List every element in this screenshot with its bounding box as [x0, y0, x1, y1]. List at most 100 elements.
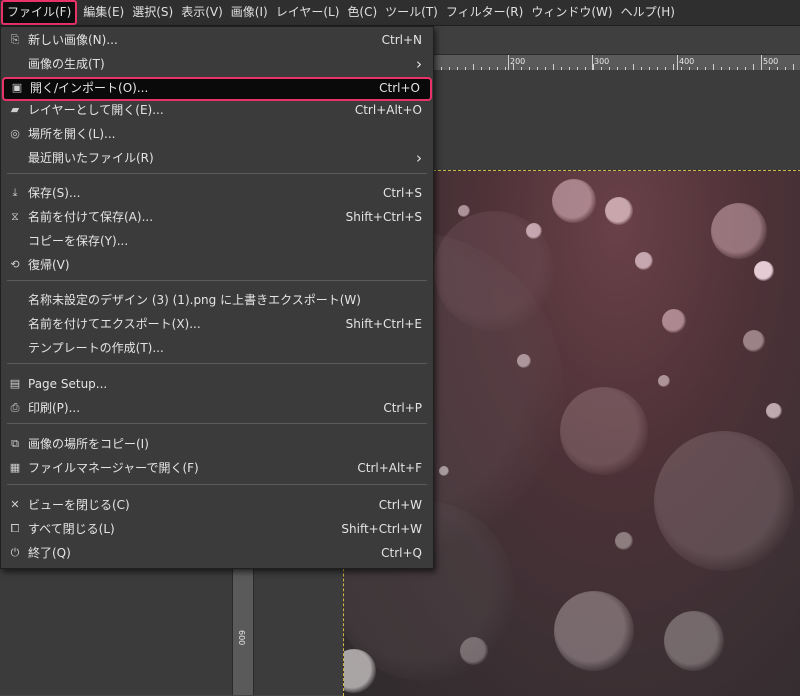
menu-item-label: ファイルマネージャーで開く(F): [28, 461, 199, 475]
bokeh-light: [754, 261, 774, 281]
bokeh-light: [664, 611, 724, 671]
menu-item-shortcut: Ctrl+N: [381, 33, 422, 47]
bokeh-light: [654, 431, 794, 571]
menu-color[interactable]: 色(C): [343, 0, 381, 25]
menu-item-shortcut: Shift+Ctrl+S: [345, 210, 422, 224]
menu-icon-slot: [8, 313, 22, 335]
menu-item-shortcut: Ctrl+O: [379, 81, 420, 95]
ruler-label: 600: [237, 630, 246, 646]
location-icon: ◎: [10, 127, 20, 140]
open-import-item[interactable]: ▣ 開く/インポート(O)... Ctrl+O: [2, 77, 432, 101]
bokeh-light: [460, 637, 488, 665]
menu-item-shortcut: Ctrl+S: [382, 186, 422, 200]
bokeh-light: [439, 466, 449, 476]
menu-item-label: 場所を開く(L)...: [28, 127, 116, 141]
menu-tools[interactable]: ツール(T): [381, 0, 442, 25]
menu-item-label: コピーを保存(Y)...: [28, 234, 129, 248]
menu-item-label: 終了(Q): [28, 546, 71, 560]
bokeh-light: [554, 591, 634, 671]
menu-icon-slot: [8, 230, 22, 252]
close-icon: ✕: [10, 498, 20, 511]
close-view-item[interactable]: ✕ ビューを閉じる(C) Ctrl+W: [2, 494, 432, 516]
close-all-item[interactable]: ⧠ すべて閉じる(L) Shift+Ctrl+W: [2, 518, 432, 540]
bokeh-light: [458, 205, 470, 217]
open-as-layers-item[interactable]: ▰ レイヤーとして開く(E)... Ctrl+Alt+O: [2, 99, 432, 121]
menu-image[interactable]: 画像(I): [227, 0, 272, 25]
page-setup-icon: ▤: [9, 377, 21, 390]
save-as-icon: ⧖: [11, 210, 19, 223]
menu-item-label: 画像の生成(T): [28, 57, 105, 71]
ruler-major-tick: [677, 55, 678, 70]
ruler-major-tick: [592, 55, 593, 70]
file-manager-item[interactable]: ▦ ファイルマネージャーで開く(F) Ctrl+Alt+F: [2, 457, 432, 479]
save-copy-item[interactable]: コピーを保存(Y)...: [2, 230, 432, 252]
menu-item-shortcut: Ctrl+Q: [381, 546, 422, 560]
menu-item-label: 画像の場所をコピー(I): [28, 437, 149, 451]
bokeh-light: [635, 252, 653, 270]
ruler-major-tick: [508, 55, 509, 70]
submenu-arrow-icon: ›: [416, 55, 422, 73]
menu-item-shortcut: Ctrl+Alt+O: [354, 103, 422, 117]
save-item[interactable]: ⤓ 保存(S)... Ctrl+S: [2, 182, 432, 204]
bokeh-light: [605, 197, 633, 225]
save-as-item[interactable]: ⧖ 名前を付けて保存(A)... Shift+Ctrl+S: [2, 206, 432, 228]
bokeh-light: [560, 387, 648, 475]
create-template-item[interactable]: テンプレートの作成(T)...: [2, 337, 432, 359]
file-manager-icon: ▦: [9, 461, 21, 474]
menu-item-label: 名称未設定のデザイン (3) (1).png に上書きエクスポート(W): [28, 293, 361, 307]
page-setup-item[interactable]: ▤ Page Setup...: [2, 373, 432, 395]
ruler-label: 400: [679, 57, 695, 66]
menu-item-label: Page Setup...: [28, 377, 108, 391]
open-location-item[interactable]: ◎ 場所を開く(L)...: [2, 123, 432, 145]
create-image-item[interactable]: 画像の生成(T) ›: [2, 53, 432, 75]
bokeh-light: [711, 203, 767, 259]
bokeh-light: [615, 532, 633, 550]
menu-item-label: 新しい画像(N)...: [28, 33, 118, 47]
menu-item-shortcut: Shift+Ctrl+W: [341, 522, 422, 536]
menu-item-shortcut: Shift+Ctrl+E: [345, 317, 422, 331]
quit-item[interactable]: ⏻ 終了(Q) Ctrl+Q: [2, 542, 432, 564]
bokeh-light: [766, 403, 782, 419]
menu-item-label: 復帰(V): [28, 258, 70, 272]
menu-separator: [7, 423, 427, 424]
menu-item-label: 名前を付けてエクスポート(X)...: [28, 317, 201, 331]
open-image-icon: ▣: [11, 81, 23, 94]
menu-layer[interactable]: レイヤー(L): [272, 0, 344, 25]
menu-windows[interactable]: ウィンドウ(W): [527, 0, 616, 25]
menu-select[interactable]: 選択(S): [128, 0, 177, 25]
menu-item-label: 名前を付けて保存(A)...: [28, 210, 154, 224]
bokeh-light: [526, 223, 542, 239]
recent-files-item[interactable]: 最近開いたファイル(R) ›: [2, 147, 432, 169]
menu-item-label: レイヤーとして開く(E)...: [28, 103, 164, 117]
export-as-item[interactable]: 名前を付けてエクスポート(X)... Shift+Ctrl+E: [2, 313, 432, 335]
submenu-arrow-icon: ›: [416, 149, 422, 167]
close-all-icon: ⧠: [10, 522, 20, 535]
menu-filters[interactable]: フィルター(R): [442, 0, 527, 25]
bokeh-light: [552, 179, 596, 223]
layer-icon: ▰: [10, 103, 20, 116]
menu-icon-slot: [8, 337, 22, 359]
ruler-label: 300: [594, 57, 610, 66]
menu-item-label: 開く/インポート(O)...: [30, 81, 149, 95]
print-item[interactable]: ⎙ 印刷(P)... Ctrl+P: [2, 397, 432, 419]
menu-file[interactable]: ファイル(F): [1, 0, 78, 25]
new-image-item[interactable]: ⎘ 新しい画像(N)... Ctrl+N: [2, 29, 432, 51]
copy-location-item[interactable]: ⧉ 画像の場所をコピー(I): [2, 433, 432, 455]
menu-edit[interactable]: 編集(E): [79, 0, 128, 25]
menu-item-shortcut: Ctrl+P: [383, 401, 422, 415]
menu-icon-slot: [8, 289, 22, 311]
bokeh-light: [517, 354, 531, 368]
quit-icon: ⏻: [10, 546, 20, 559]
menu-separator: [7, 363, 427, 364]
revert-icon: ⟲: [10, 258, 20, 271]
menu-icon-slot: [8, 53, 22, 75]
menu-separator: [7, 484, 427, 485]
file-menu-dropdown: ⎘ 新しい画像(N)... Ctrl+N 画像の生成(T) › ▣ 開く/インポート(O).…: [0, 26, 434, 569]
menu-item-shortcut: Ctrl+Alt+F: [357, 461, 422, 475]
menu-item-label: 保存(S)...: [28, 186, 81, 200]
revert-item[interactable]: ⟲ 復帰(V): [2, 254, 432, 276]
menu-view[interactable]: 表示(V): [177, 0, 227, 25]
menu-help[interactable]: ヘルプ(H): [617, 0, 679, 25]
menu-item-shortcut: Ctrl+W: [378, 498, 422, 512]
overwrite-export-item[interactable]: 名称未設定のデザイン (3) (1).png に上書きエクスポート(W): [2, 289, 432, 311]
